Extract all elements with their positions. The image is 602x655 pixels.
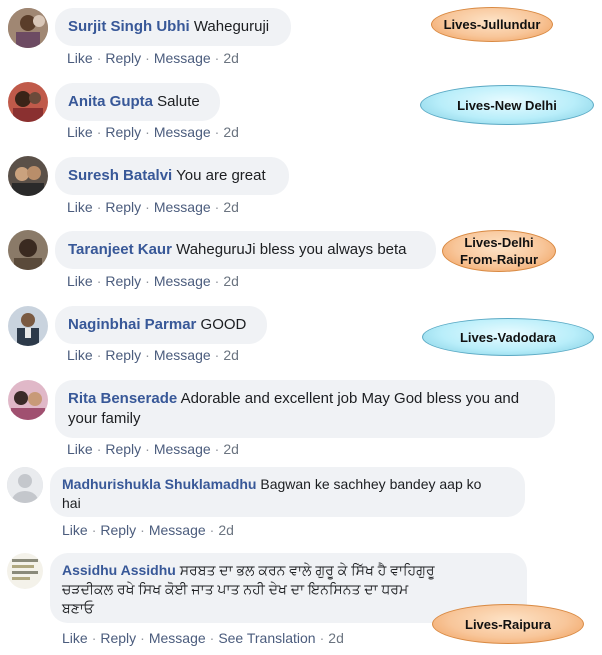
message-link[interactable]: Message xyxy=(154,347,211,363)
comment-text-continued: hai xyxy=(62,495,81,511)
comment-text-continued: ਬਣਾਓ xyxy=(62,600,94,616)
comment-text-continued: ਚੜਦੀਕਲ ਰਖੇ ਸਿਖ ਕੋਈ ਜਾਤ ਪਾਤ ਨਹੀ ਦੇਖ ਦਾ ਇਨ… xyxy=(62,581,409,597)
comment-time[interactable]: 2d xyxy=(223,50,239,66)
like-link[interactable]: Like xyxy=(67,50,93,66)
location-tag: Lives-Raipura xyxy=(432,604,584,644)
comment-time[interactable]: 2d xyxy=(218,522,234,538)
avatar[interactable] xyxy=(7,553,43,589)
comment-bubble: Surjit Singh Ubhi Waheguruji xyxy=(55,8,291,46)
comment-actions: Like · Reply · Message · 2d xyxy=(67,441,239,457)
message-link[interactable]: Message xyxy=(154,124,211,140)
message-link[interactable]: Message xyxy=(149,522,206,538)
reply-link[interactable]: Reply xyxy=(105,347,141,363)
commenter-name[interactable]: Naginbhai Parmar xyxy=(68,316,196,333)
avatar-photo xyxy=(8,82,48,122)
reply-link[interactable]: Reply xyxy=(100,630,136,646)
like-link[interactable]: Like xyxy=(67,347,93,363)
avatar-photo xyxy=(8,230,48,270)
message-link[interactable]: Message xyxy=(149,630,206,646)
comment-actions: Like · Reply · Message · 2d xyxy=(67,124,239,140)
comment-bubble: Madhurishukla Shuklamadhu Bagwan ke sach… xyxy=(50,467,525,517)
message-link[interactable]: Message xyxy=(154,441,211,457)
comment-text-continued: your family xyxy=(68,410,141,427)
commenter-name[interactable]: Taranjeet Kaur xyxy=(68,241,172,258)
commenter-name[interactable]: Rita Benserade xyxy=(68,390,177,407)
commenter-name[interactable]: Anita Gupta xyxy=(68,93,153,110)
comment-text: Waheguruji xyxy=(193,18,270,35)
comment-actions: Like · Reply · Message · 2d xyxy=(62,522,234,538)
comment-text: You are great xyxy=(176,167,266,184)
location-tag: Lives-Delhi From-Raipur xyxy=(442,230,556,272)
comment-actions: Like · Reply · Message · 2d xyxy=(67,273,239,289)
commenter-name[interactable]: Assidhu Assidhu xyxy=(62,562,176,578)
avatar-photo xyxy=(7,553,43,589)
comment-bubble: Suresh Batalvi You are great xyxy=(55,157,289,195)
like-link[interactable]: Like xyxy=(67,273,93,289)
reply-link[interactable]: Reply xyxy=(105,124,141,140)
comment-actions: Like · Reply · Message · 2d xyxy=(67,199,239,215)
see-translation-link[interactable]: See Translation xyxy=(218,630,315,646)
avatar-photo xyxy=(8,156,48,196)
reply-link[interactable]: Reply xyxy=(105,441,141,457)
message-link[interactable]: Message xyxy=(154,50,211,66)
reply-link[interactable]: Reply xyxy=(105,273,141,289)
comment-actions: Like · Reply · Message · See Translation · 2d xyxy=(62,630,344,646)
comment-actions: Like · Reply · Message · 2d xyxy=(67,50,239,66)
reply-link[interactable]: Reply xyxy=(105,50,141,66)
comment-text: Bagwan ke sachhey bandey aap ko xyxy=(260,476,482,492)
comment-text: ਸਰਬਤ ਦਾ ਭਲ ਕਰਨ ਵਾਲੇ ਗੁਰੂ ਕੇ ਸਿੱਖ ਹੈ ਵਾਹਿ… xyxy=(179,562,435,578)
avatar[interactable] xyxy=(8,8,48,48)
message-link[interactable]: Message xyxy=(154,273,211,289)
avatar[interactable] xyxy=(8,82,48,122)
location-tag: Lives-New Delhi xyxy=(420,85,594,125)
avatar[interactable] xyxy=(8,306,48,346)
avatar-photo xyxy=(8,306,48,346)
like-link[interactable]: Like xyxy=(67,199,93,215)
comment-text: Salute xyxy=(157,93,200,110)
location-tag: Lives-Jullundur xyxy=(431,7,553,42)
comment-text: GOOD xyxy=(200,316,247,333)
reply-link[interactable]: Reply xyxy=(105,199,141,215)
comment-time[interactable]: 2d xyxy=(223,273,239,289)
comment-bubble: Taranjeet Kaur WaheguruJi bless you alwa… xyxy=(55,231,436,269)
commenter-name[interactable]: Surjit Singh Ubhi xyxy=(68,18,190,35)
default-avatar-icon[interactable] xyxy=(7,467,43,503)
comment-time[interactable]: 2d xyxy=(223,199,239,215)
like-link[interactable]: Like xyxy=(67,124,93,140)
commenter-name[interactable]: Madhurishukla Shuklamadhu xyxy=(62,476,256,492)
avatar[interactable] xyxy=(8,230,48,270)
location-tag: Lives-Vadodara xyxy=(422,318,594,356)
comment-text: Adorable and excellent job May God bless… xyxy=(180,390,520,407)
comment-time[interactable]: 2d xyxy=(223,441,239,457)
avatar-photo xyxy=(8,380,48,420)
like-link[interactable]: Like xyxy=(62,522,88,538)
avatar[interactable] xyxy=(8,380,48,420)
reply-link[interactable]: Reply xyxy=(100,522,136,538)
like-link[interactable]: Like xyxy=(67,441,93,457)
comment-bubble: Anita Gupta Salute xyxy=(55,83,220,121)
commenter-name[interactable]: Suresh Batalvi xyxy=(68,167,172,184)
avatar[interactable] xyxy=(8,156,48,196)
like-link[interactable]: Like xyxy=(62,630,88,646)
comment-bubble: Rita Benserade Adorable and excellent jo… xyxy=(55,380,555,438)
comment-time[interactable]: 2d xyxy=(328,630,344,646)
comment-bubble: Naginbhai Parmar GOOD xyxy=(55,306,267,344)
avatar-photo xyxy=(8,8,48,48)
comment-text: WaheguruJi bless you always beta xyxy=(176,241,407,258)
person-silhouette-icon xyxy=(7,467,43,503)
comment-actions: Like · Reply · Message · 2d xyxy=(67,347,239,363)
comment-time[interactable]: 2d xyxy=(223,124,239,140)
comment-time[interactable]: 2d xyxy=(223,347,239,363)
message-link[interactable]: Message xyxy=(154,199,211,215)
